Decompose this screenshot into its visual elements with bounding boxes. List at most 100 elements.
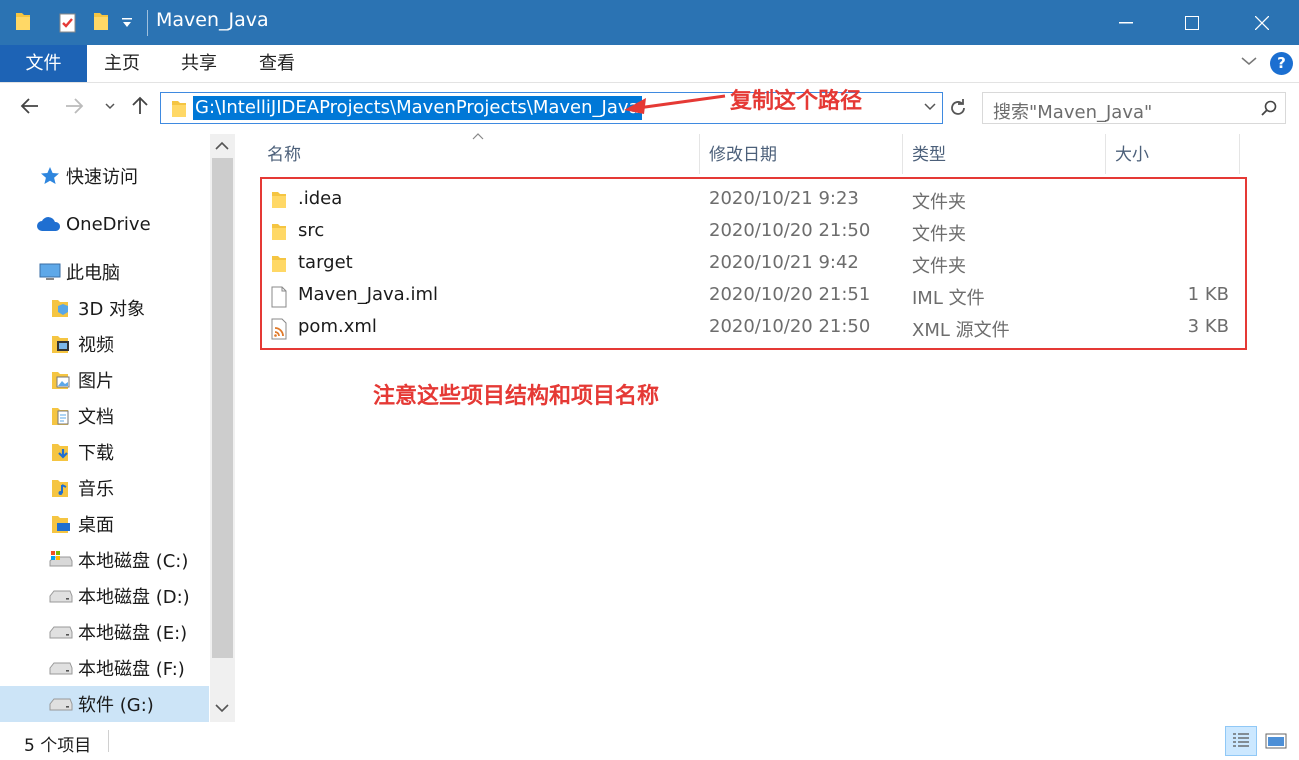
status-bar: 5 个项目 [0, 722, 1299, 760]
sidebar-item-label: OneDrive [66, 213, 151, 235]
annotation-highlight-box [260, 177, 1247, 350]
search-input[interactable]: 搜索"Maven_Java" [982, 92, 1286, 124]
star-icon [41, 167, 59, 184]
large-icons-view-button[interactable] [1260, 726, 1292, 756]
tab-share[interactable]: 共享 [181, 45, 217, 82]
tab-home[interactable]: 主页 [104, 45, 140, 82]
sidebar-item-drive-c[interactable]: 本地磁盘 (C:) [0, 542, 209, 578]
3d-objects-icon [52, 300, 68, 317]
close-button[interactable] [1225, 0, 1299, 45]
sidebar-item-drive-e[interactable]: 本地磁盘 (E:) [0, 614, 209, 650]
video-icon [52, 336, 69, 353]
details-view-button[interactable] [1225, 726, 1257, 756]
folder-icon [172, 101, 186, 117]
sidebar-item-label: 本地磁盘 (C:) [78, 551, 189, 572]
sidebar-item-desktop[interactable]: 桌面 [0, 506, 209, 542]
documents-icon [52, 408, 69, 425]
annotation-note: 注意这些项目结构和项目名称 [373, 384, 660, 409]
column-divider[interactable] [1105, 134, 1106, 174]
sidebar-item-label: 视频 [78, 335, 114, 356]
back-arrow-icon[interactable] [20, 96, 40, 116]
status-separator [108, 730, 109, 752]
search-icon[interactable] [1261, 100, 1277, 116]
column-header-type[interactable]: 类型 [912, 142, 946, 178]
sidebar-item-label: 软件 (G:) [78, 695, 154, 716]
annotation-copy-path: 复制这个路径 [730, 89, 863, 114]
sidebar-item-label: 本地磁盘 (F:) [78, 659, 185, 680]
forward-arrow-icon[interactable] [64, 96, 84, 116]
scroll-down-icon[interactable] [214, 702, 230, 714]
sidebar-item-label: 文档 [78, 407, 114, 428]
music-icon [52, 480, 68, 497]
window-title: Maven_Java [156, 9, 269, 31]
sidebar-item-drive-d[interactable]: 本地磁盘 (D:) [0, 578, 209, 614]
sidebar-item-label: 桌面 [78, 515, 114, 536]
column-divider[interactable] [1239, 134, 1240, 174]
search-placeholder: 搜索"Maven_Java" [993, 102, 1153, 123]
tab-file[interactable]: 文件 [0, 45, 87, 82]
sidebar-item-label: 3D 对象 [78, 299, 146, 320]
minimize-icon [1119, 21, 1133, 23]
sidebar-item-label: 下载 [78, 443, 114, 464]
desktop-icon [52, 516, 70, 533]
column-divider[interactable] [902, 134, 903, 174]
title-separator [147, 10, 148, 36]
drive-icon [49, 698, 73, 711]
new-folder-icon[interactable] [92, 10, 110, 32]
sidebar-item-drive-f[interactable]: 本地磁盘 (F:) [0, 650, 209, 686]
maximize-icon [1185, 15, 1199, 30]
help-icon[interactable]: ? [1270, 52, 1293, 75]
address-path[interactable]: G:\IntelliJIDEAProjects\MavenProjects\Ma… [193, 96, 642, 120]
sidebar-item-documents[interactable]: 文档 [0, 398, 209, 434]
navigation-pane: 快速访问 OneDrive 此电脑 3D 对象 视频 图片 文档 下载 音乐 桌… [0, 134, 236, 722]
properties-icon[interactable] [58, 12, 78, 34]
computer-icon [39, 263, 61, 280]
sidebar-item-onedrive[interactable]: OneDrive [0, 206, 209, 242]
pictures-icon [52, 372, 70, 389]
ribbon-tabs: 文件 主页 共享 查看 ? [0, 45, 1299, 83]
up-arrow-icon[interactable] [130, 96, 150, 116]
recent-locations-icon[interactable] [104, 102, 116, 110]
expand-ribbon-icon[interactable] [1240, 55, 1258, 67]
drive-icon [49, 590, 73, 603]
tab-view[interactable]: 查看 [259, 45, 295, 82]
customize-dropdown-icon[interactable] [121, 18, 133, 28]
sidebar-item-label: 本地磁盘 (E:) [78, 623, 188, 644]
sort-ascending-icon [472, 133, 484, 140]
sidebar-item-label: 图片 [78, 371, 114, 392]
sidebar-item-pictures[interactable]: 图片 [0, 362, 209, 398]
sidebar-item-label: 音乐 [78, 479, 114, 500]
sidebar-item-this-pc[interactable]: 此电脑 [0, 254, 209, 290]
chevron-down-icon[interactable] [924, 103, 936, 111]
drive-c-icon [49, 551, 73, 567]
column-header-name[interactable]: 名称 [267, 142, 301, 178]
item-count: 5 个项目 [24, 736, 92, 756]
scroll-up-icon[interactable] [214, 140, 230, 152]
sidebar-item-3d-objects[interactable]: 3D 对象 [0, 290, 209, 326]
drive-icon [49, 626, 73, 639]
sidebar-item-label: 此电脑 [66, 263, 120, 284]
column-header-size[interactable]: 大小 [1115, 142, 1149, 178]
sidebar-item-label: 本地磁盘 (D:) [78, 587, 190, 608]
cloud-icon [37, 217, 61, 231]
folder-icon [16, 13, 30, 30]
annotation-arrow [624, 94, 726, 114]
refresh-icon[interactable] [948, 98, 968, 118]
sidebar-item-music[interactable]: 音乐 [0, 470, 209, 506]
sidebar-item-quick-access[interactable]: 快速访问 [0, 158, 209, 194]
large-icons-view-icon [1265, 733, 1287, 749]
sidebar-item-videos[interactable]: 视频 [0, 326, 209, 362]
sidebar-item-drive-g[interactable]: 软件 (G:) [0, 686, 209, 722]
close-icon [1255, 15, 1269, 30]
drive-icon [49, 662, 73, 675]
minimize-button[interactable] [1093, 0, 1159, 45]
column-header-date[interactable]: 修改日期 [709, 142, 777, 178]
download-icon [52, 444, 68, 461]
sidebar-item-label: 快速访问 [66, 167, 138, 188]
column-divider[interactable] [699, 134, 700, 174]
details-view-icon [1233, 733, 1249, 747]
maximize-button[interactable] [1159, 0, 1225, 45]
title-bar: Maven_Java [0, 0, 1299, 45]
sidebar-item-downloads[interactable]: 下载 [0, 434, 209, 470]
sidebar-scrollbar-thumb[interactable] [212, 158, 233, 658]
